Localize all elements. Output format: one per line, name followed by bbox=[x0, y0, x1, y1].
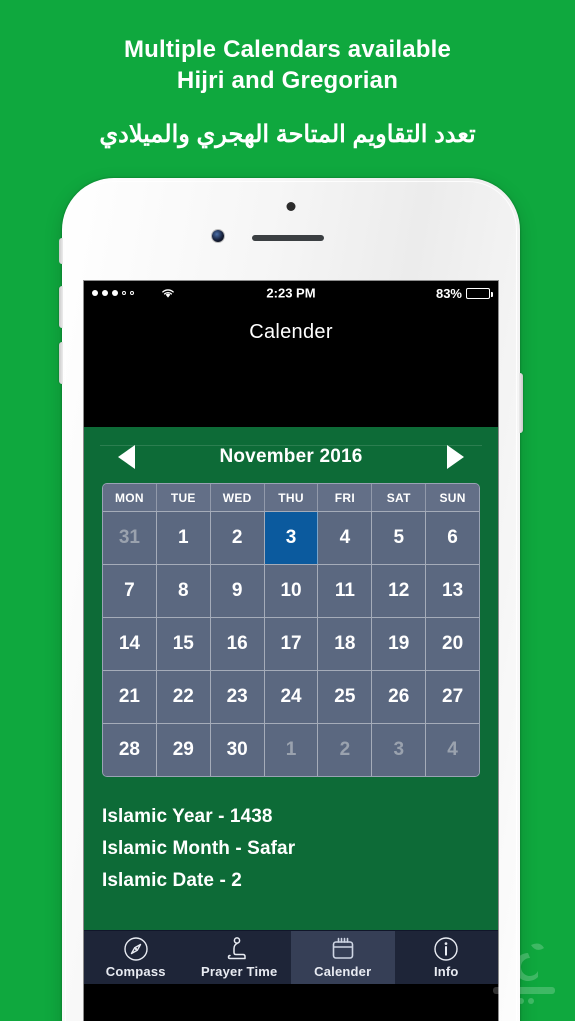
calendar-day-cell[interactable]: 3 bbox=[372, 724, 427, 776]
calendar-day-cell[interactable]: 25 bbox=[318, 671, 373, 723]
status-bar-clock: 2:23 PM bbox=[266, 285, 316, 301]
calendar-weekday-wed: WED bbox=[211, 484, 265, 511]
volume-down-button[interactable] bbox=[59, 342, 63, 384]
calendar-day-cell[interactable]: 2 bbox=[210, 512, 265, 564]
promo-headline-arabic: تعدد التقاويم المتاحة الهجري والميلادي bbox=[99, 121, 476, 148]
calendar-day-cell[interactable]: 26 bbox=[372, 671, 427, 723]
calendar-day-cell[interactable]: 18 bbox=[318, 618, 373, 670]
calendar-day-cell[interactable]: 9 bbox=[210, 565, 265, 617]
calendar-day-cell[interactable]: 31 bbox=[103, 512, 157, 564]
calendar-weekday-fri: FRI bbox=[318, 484, 373, 511]
battery-icon bbox=[466, 287, 493, 299]
tab-prayer-time[interactable]: Prayer Time bbox=[188, 931, 292, 984]
status-bar: 2:23 PM 83% bbox=[84, 281, 498, 305]
battery-indicator: 83% bbox=[435, 285, 493, 301]
triangle-left-icon[interactable] bbox=[118, 445, 135, 469]
signal-strength-icon bbox=[92, 290, 134, 296]
calendar-week-row: 28 29 30 1 2 3 4 bbox=[103, 723, 479, 776]
calendar-week-row: 21 22 23 24 25 26 27 bbox=[103, 670, 479, 723]
calendar-day-cell[interactable]: 20 bbox=[426, 618, 479, 670]
power-button[interactable] bbox=[519, 373, 523, 433]
app-navigation-bar: Calender bbox=[84, 305, 498, 427]
calendar-day-cell[interactable]: 13 bbox=[426, 565, 479, 617]
tab-label: Compass bbox=[105, 964, 166, 979]
calendar-day-cell[interactable]: 4 bbox=[426, 724, 479, 776]
compass-icon bbox=[123, 936, 149, 962]
volume-up-button[interactable] bbox=[59, 286, 63, 328]
mute-switch[interactable] bbox=[59, 238, 63, 264]
promo-headline-line1: Multiple Calendars available bbox=[123, 36, 452, 63]
tab-info[interactable]: Info bbox=[395, 931, 499, 984]
bottom-tab-bar: Compass Prayer Time Calender Info bbox=[84, 930, 498, 984]
islamic-info-panel: Islamic Year - 1438 Islamic Month - Safa… bbox=[84, 777, 498, 897]
tab-label: Prayer Time bbox=[201, 964, 278, 979]
info-circle-icon bbox=[433, 936, 459, 962]
calendar-week-row: 31 1 2 3 4 5 6 bbox=[103, 511, 479, 564]
calendar-week-row: 7 8 9 10 11 12 13 bbox=[103, 564, 479, 617]
calendar-day-cell[interactable]: 22 bbox=[156, 671, 211, 723]
tab-calender[interactable]: Calender bbox=[291, 931, 395, 984]
calendar-day-cell[interactable]: 10 bbox=[264, 565, 319, 617]
calendar-icon bbox=[330, 936, 356, 962]
praying-person-icon bbox=[226, 936, 252, 962]
calendar-day-cell[interactable]: 1 bbox=[264, 724, 319, 776]
calendar-day-cell[interactable]: 17 bbox=[264, 618, 319, 670]
phone-screen: 2:23 PM 83% Calender November 2016 MON TU… bbox=[84, 281, 498, 1021]
triangle-right-icon[interactable] bbox=[446, 445, 464, 469]
islamic-month-label: Islamic Month - Safar bbox=[102, 838, 296, 859]
calendar-day-cell[interactable]: 21 bbox=[103, 671, 157, 723]
calendar-day-cell[interactable]: 30 bbox=[210, 724, 265, 776]
phone-mockup: 2:23 PM 83% Calender November 2016 MON TU… bbox=[59, 178, 523, 1021]
calendar-weekday-sun: SUN bbox=[439, 491, 466, 505]
calendar-day-cell[interactable]: 23 bbox=[210, 671, 265, 723]
calendar-body: 31 1 2 3 4 5 6 7 8 9 10 11 12 13 14 15 16 17 18 19 20 21 22 23 2… bbox=[103, 511, 479, 776]
calendar-day-cell[interactable]: 6 bbox=[426, 512, 479, 564]
proximity-sensor-icon bbox=[286, 202, 296, 211]
calendar-day-cell[interactable]: 5 bbox=[372, 512, 427, 564]
month-year-label: November 2016 bbox=[219, 446, 363, 467]
app-content: November 2016 MON TUE WED THU FRI SAT SUN 31 1 2… bbox=[84, 427, 498, 984]
calendar-day-cell[interactable]: 14 bbox=[103, 618, 157, 670]
tab-label: Info bbox=[433, 964, 459, 979]
calendar-grid: MON TUE WED THU FRI SAT SUN 31 1 2 3 4 5 6 7 8 9 10 11 12 1… bbox=[102, 483, 480, 777]
tab-compass[interactable]: Compass bbox=[84, 931, 188, 984]
calendar-weekday-thu: THU bbox=[265, 484, 319, 511]
islamic-date-label: Islamic Date - 2 bbox=[102, 870, 242, 891]
calendar-week-row: 14 15 16 17 18 19 20 bbox=[103, 617, 479, 670]
calendar-day-cell[interactable]: 8 bbox=[156, 565, 211, 617]
promo-header: Multiple Calendars available Hijri and G… bbox=[0, 0, 575, 175]
page-title: Calender bbox=[249, 321, 333, 343]
month-navigation: November 2016 bbox=[84, 427, 498, 477]
calendar-day-cell[interactable]: 2 bbox=[318, 724, 373, 776]
calendar-day-cell[interactable]: 27 bbox=[426, 671, 479, 723]
tab-label: Calender bbox=[314, 964, 372, 979]
calendar-day-cell[interactable]: 15 bbox=[156, 618, 211, 670]
earpiece-speaker-icon bbox=[252, 235, 324, 241]
calendar-day-cell[interactable]: 11 bbox=[318, 565, 373, 617]
calendar-day-cell[interactable]: 29 bbox=[156, 724, 211, 776]
calendar-weekday-header: MON TUE WED THU FRI SAT SUN bbox=[103, 484, 479, 511]
calendar-day-cell[interactable]: 7 bbox=[103, 565, 157, 617]
calendar-day-cell[interactable]: 28 bbox=[103, 724, 157, 776]
promo-headline-line2: Hijri and Gregorian bbox=[176, 67, 399, 94]
wifi-icon bbox=[160, 287, 176, 299]
calendar-weekday-mon: MON bbox=[103, 484, 157, 511]
calendar-day-cell[interactable]: 19 bbox=[372, 618, 427, 670]
calendar-day-cell[interactable]: 4 bbox=[318, 512, 373, 564]
front-camera-icon bbox=[212, 230, 224, 242]
calendar-day-cell-selected[interactable]: 3 bbox=[264, 512, 319, 564]
calendar-day-cell[interactable]: 24 bbox=[264, 671, 319, 723]
calendar-weekday-tue: TUE bbox=[157, 484, 211, 511]
content-divider bbox=[100, 445, 482, 446]
calendar-day-cell[interactable]: 12 bbox=[372, 565, 427, 617]
islamic-year-label: Islamic Year - 1438 bbox=[102, 806, 273, 827]
calendar-day-cell[interactable]: 1 bbox=[156, 512, 211, 564]
calendar-day-cell[interactable]: 16 bbox=[210, 618, 265, 670]
calendar-weekday-sat: SAT bbox=[372, 484, 427, 511]
battery-percent-label: 83% bbox=[435, 285, 462, 301]
